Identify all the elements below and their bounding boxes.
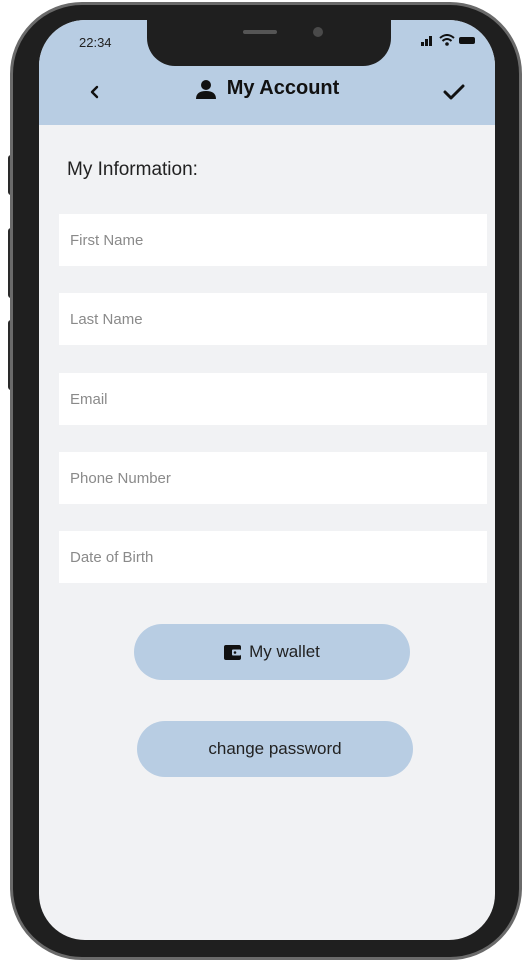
- header-title-group: My Account: [39, 77, 495, 100]
- wifi-icon: [439, 34, 455, 46]
- checkmark-icon[interactable]: [441, 80, 467, 104]
- date-of-birth-field[interactable]: [59, 531, 487, 583]
- phone-screen: 22:34 My Account My Information: First N…: [39, 20, 495, 940]
- page-title: My Account: [226, 77, 340, 99]
- phone-frame: 22:34 My Account My Information: First N…: [10, 2, 522, 960]
- last-name-field[interactable]: [59, 293, 487, 345]
- app-header: 22:34 My Account: [39, 20, 495, 125]
- first-name-field[interactable]: [59, 214, 487, 266]
- front-camera: [313, 27, 323, 37]
- app-stage: 22:34 My Account My Information: First N…: [0, 0, 524, 963]
- status-time: 22:34: [79, 35, 112, 50]
- change-password-label: change password: [208, 739, 342, 758]
- my-wallet-button[interactable]: My wallet: [134, 624, 410, 680]
- battery-icon: [459, 36, 475, 44]
- my-wallet-label: My wallet: [249, 642, 320, 661]
- phone-number-field[interactable]: [59, 452, 487, 504]
- email-field[interactable]: [59, 373, 487, 425]
- signal-icon: [421, 35, 432, 46]
- status-icons: [421, 32, 475, 48]
- change-password-button[interactable]: change password: [137, 721, 413, 777]
- wallet-icon: [224, 644, 242, 660]
- section-title: My Information:: [67, 159, 198, 180]
- phone-notch: [147, 20, 391, 66]
- person-icon: [195, 79, 216, 99]
- speaker-grille: [243, 30, 277, 34]
